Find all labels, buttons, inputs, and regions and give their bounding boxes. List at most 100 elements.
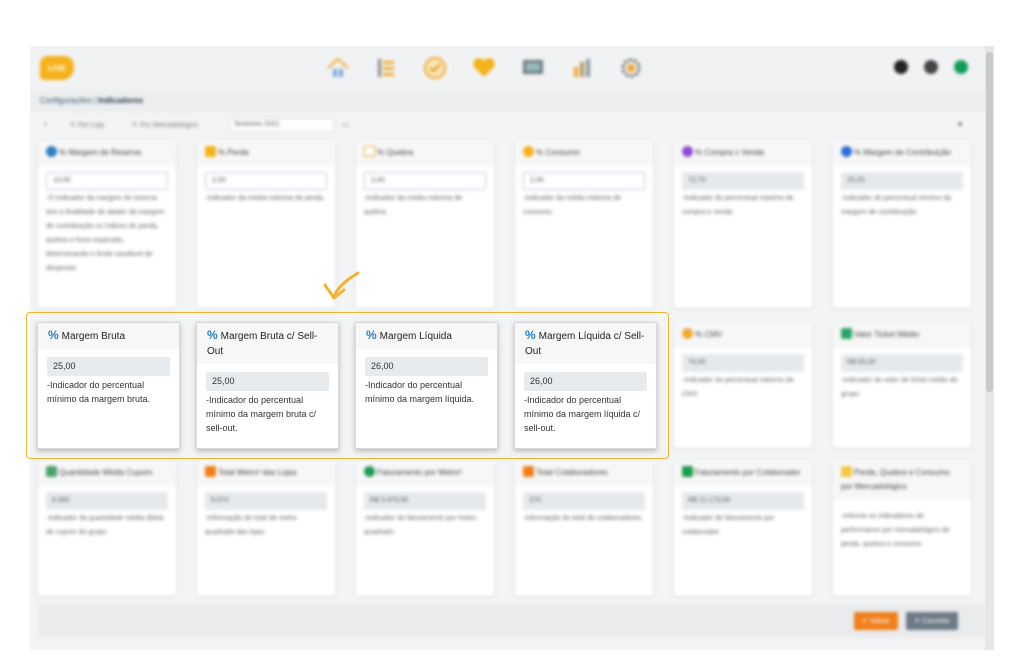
cancel-button[interactable]: ✕ Cancelar	[906, 612, 958, 630]
value-field: 74,00	[682, 354, 804, 372]
flower-icon	[46, 146, 57, 157]
arrow-pointer-icon	[323, 271, 360, 300]
value-field: 26,00	[365, 357, 488, 376]
card-description: -Indicador do valor de ticket médio do g…	[841, 377, 958, 398]
card-title: Margem Bruta c/ Sell-Out	[207, 331, 318, 357]
filter-by-category-label: Por Mercadológico	[139, 122, 199, 129]
user-icon[interactable]	[924, 60, 938, 74]
card-faturamento-metro: Faturamento por Metro² R$ 3.470,00 -Indi…	[356, 460, 494, 596]
value-input[interactable]: 2,00	[364, 172, 486, 190]
person-icon	[682, 466, 693, 477]
value-input[interactable]: 2,00	[523, 172, 645, 190]
heart-icon[interactable]	[470, 54, 498, 82]
card-title: % Compra x Venda	[695, 148, 764, 157]
card-perda-quebra-consumo: Perda, Quebra e Consumo por Mercadológic…	[833, 460, 971, 596]
card-title: Total Metro² das Lojas	[218, 468, 297, 477]
home-icon[interactable]	[324, 54, 352, 82]
value-field: 72,70	[682, 172, 804, 190]
card-margem-liquida-sell-out: % Margem Líquida c/ Sell-Out 26,00 -Indic…	[514, 322, 657, 449]
back-icon[interactable]: ◐	[44, 121, 48, 128]
tag-icon	[841, 466, 852, 477]
card-margem-liquida: % Margem Líquida 26,00 -Indicador do perc…	[355, 322, 498, 449]
percent-icon: %	[207, 328, 218, 342]
filter-toolbar: ◐ ✎ Por Loja ✎ Por Mercadológico feverei…	[30, 116, 994, 136]
status-icon[interactable]	[954, 60, 968, 74]
card-description: -Indicador do percentual mínimo da marge…	[841, 195, 952, 216]
pie-icon	[841, 146, 852, 157]
settings-icon[interactable]: ●	[958, 121, 962, 128]
calendar-icon[interactable]: ▭	[342, 121, 349, 129]
monitor-icon[interactable]	[519, 54, 547, 82]
card-title: Margem Bruta	[61, 331, 126, 342]
coins-icon	[682, 328, 693, 339]
card-quebra: % Quebra 2,00 -Indicador da média máxima…	[356, 140, 494, 308]
card-description: -Indicador do percentual mínimo da marge…	[206, 395, 317, 433]
card-description: -O Indicador da margem de reserva tem a …	[46, 195, 165, 272]
breadcrumb-parent[interactable]: Configurações	[40, 96, 92, 105]
list-icon[interactable]	[372, 54, 400, 82]
filter-by-store[interactable]: ✎ Por Loja	[70, 121, 104, 129]
ruler-icon	[205, 466, 216, 477]
card-description: -Indicador do percentual mínimo da marge…	[365, 380, 475, 404]
value-field: 5.074	[205, 492, 327, 510]
breadcrumb-current: Indicadores	[98, 96, 144, 105]
money-icon	[364, 466, 375, 477]
percent-icon: %	[366, 328, 377, 342]
receipt-icon	[46, 466, 57, 477]
percent-icon: %	[48, 328, 59, 342]
chart-icon[interactable]	[568, 54, 596, 82]
value-field: R$ 55,00	[841, 354, 963, 372]
logo[interactable]: LIVE	[40, 56, 74, 80]
card-title: % Quebra	[377, 148, 414, 157]
value-field: 25,00	[206, 372, 329, 391]
save-button[interactable]: ✔ Salvar	[854, 612, 898, 630]
value-field: 26,00	[524, 372, 647, 391]
value-input[interactable]: 2,50	[205, 172, 327, 190]
card-margem-bruta: % Margem Bruta 25,00 -Indicador do percen…	[37, 322, 180, 449]
team-icon	[523, 466, 534, 477]
filter-by-category[interactable]: ✎ Por Mercadológico	[132, 121, 198, 129]
exchange-icon	[682, 146, 693, 157]
card-description: -Indicador do percentual mínimo da marge…	[47, 380, 151, 404]
value-field: R$ 3.470,00	[364, 492, 486, 510]
value-input[interactable]: 10,00	[46, 172, 168, 190]
card-title: Total Colaboradores	[536, 468, 608, 477]
card-title: Faturamento por Colaborador	[695, 468, 801, 477]
card-title: Quantidade Média Cupom	[59, 468, 153, 477]
gear-icon[interactable]	[617, 54, 645, 82]
card-cmv: % CMV 74,00 -Indicador do percentual máx…	[674, 322, 812, 448]
card-description: -Indicador da média máxima de perda.	[205, 195, 325, 202]
breadcrumb: Configurações | Indicadores	[30, 90, 994, 112]
card-total-colaboradores: Total Colaboradores 370 -Informação do t…	[515, 460, 653, 596]
clock-icon[interactable]	[421, 54, 449, 82]
card-title: % Margem de Contribuição	[854, 148, 951, 157]
save-button-label: Salvar	[869, 618, 890, 625]
bucket-icon	[205, 146, 216, 157]
value-field: 370	[523, 492, 645, 510]
date-input[interactable]: fevereiro 2021	[230, 118, 334, 132]
value-field: 8.300	[46, 492, 168, 510]
card-description: -Indicador do faturamento por metro quad…	[364, 515, 477, 536]
percent-icon: %	[525, 328, 536, 342]
card-compra-venda: % Compra x Venda 72,70 -Indicador do per…	[674, 140, 812, 308]
card-title: % Perda	[218, 148, 249, 157]
card-description: -Indicador do percentual máximo de compr…	[682, 195, 794, 216]
card-description: -Indicador da quantidade média diária de…	[46, 515, 164, 536]
card-description: -Informação do total de colaboradores.	[523, 515, 644, 522]
value-field: 25,20	[841, 172, 963, 190]
ticket-icon	[841, 328, 852, 339]
card-faturamento-colaborador: Faturamento por Colaborador R$ 12.173,00…	[674, 460, 812, 596]
bell-icon[interactable]	[894, 60, 908, 74]
card-quantidade-cupom: Quantidade Média Cupom 8.300 -Indicador …	[38, 460, 176, 596]
card-margem-bruta-sell-out: % Margem Bruta c/ Sell-Out 25,00 -Indicad…	[196, 322, 339, 449]
value-field: R$ 12.173,00	[682, 492, 804, 510]
card-title: Perda, Quebra e Consumo por Mercadológic…	[841, 468, 950, 491]
triangle-icon	[364, 146, 375, 157]
filter-by-store-label: Por Loja	[77, 122, 104, 129]
value-field: 25,00	[47, 357, 170, 376]
card-title: Margem Líquida c/ Sell-Out	[525, 331, 645, 357]
card-description: -Indicador da média máxima de quebra.	[364, 195, 463, 216]
scrollbar-thumb[interactable]	[986, 52, 993, 392]
card-description: -Indicador da média máxima de consumo.	[523, 195, 622, 216]
card-title: % CMV	[695, 330, 723, 339]
